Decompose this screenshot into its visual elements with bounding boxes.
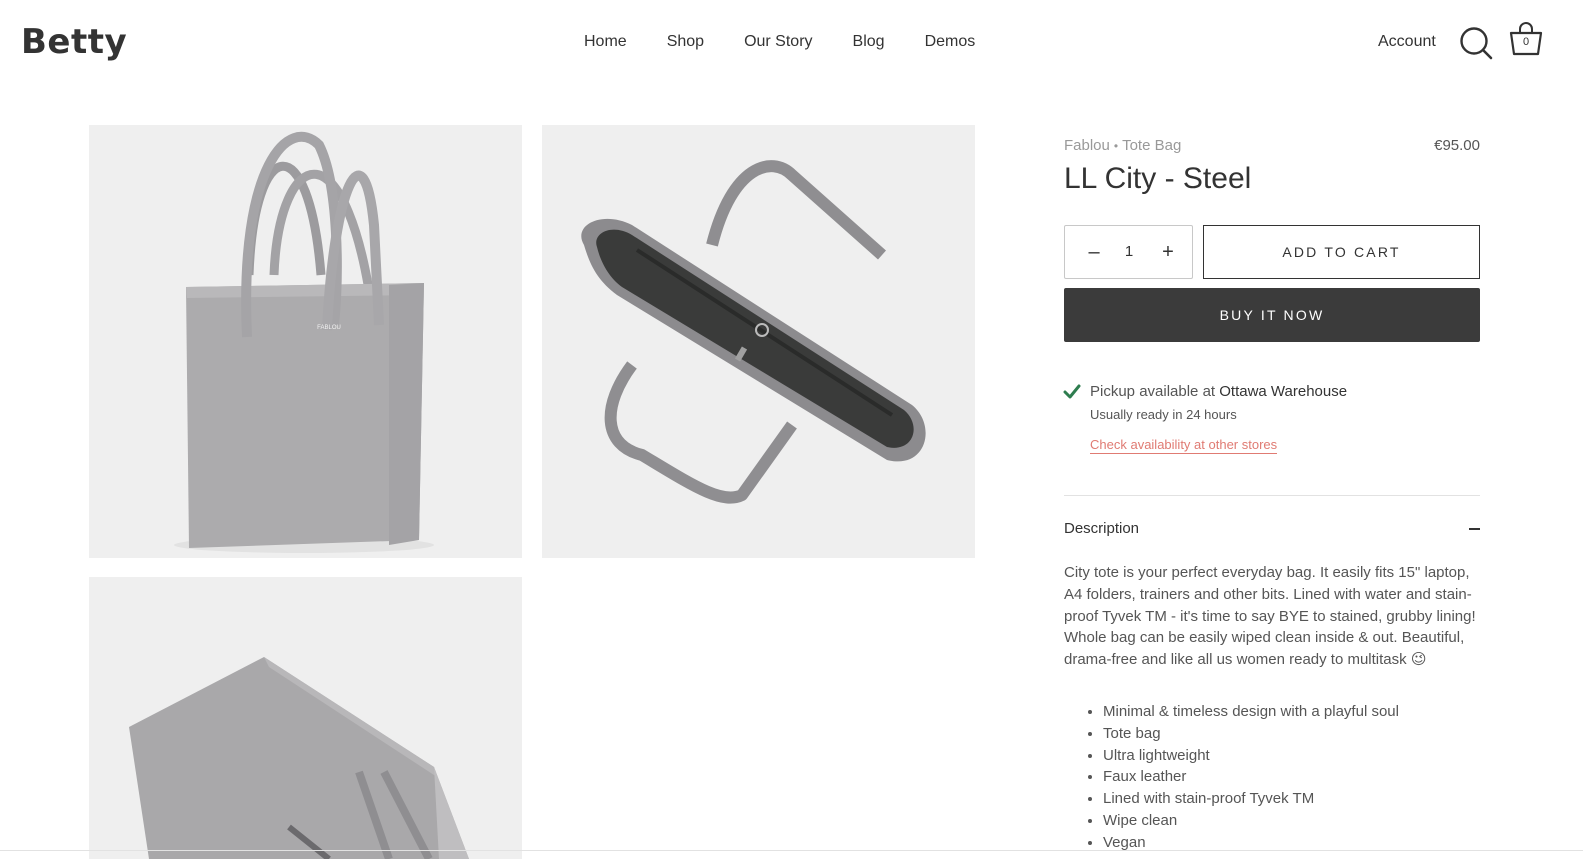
nav-item-demos[interactable]: Demos	[925, 31, 976, 53]
product-image-front[interactable]: FABLOU	[89, 125, 522, 558]
feature-item: Minimal & timeless design with a playful…	[1103, 701, 1484, 723]
description-text: City tote is your perfect everyday bag. …	[1064, 564, 1476, 669]
pickup-location: Ottawa Warehouse	[1219, 383, 1348, 400]
description-heading[interactable]: Description	[1064, 519, 1139, 539]
quantity-decrease-button[interactable]: –	[1083, 240, 1105, 264]
product-price: €95.00	[1434, 137, 1480, 154]
buy-it-now-button[interactable]: BUY IT NOW	[1064, 288, 1480, 342]
tote-bag-front-image: FABLOU	[89, 125, 522, 558]
feature-item: Ultra lightweight	[1103, 745, 1484, 767]
section-divider	[1064, 495, 1480, 496]
main-nav: Home Shop Our Story Blog Demos	[584, 31, 975, 53]
feature-item: Lined with stain-proof Tyvek TM	[1103, 788, 1484, 810]
cart-count-badge: 0	[1522, 36, 1530, 48]
pickup-prefix: Pickup available at	[1090, 383, 1220, 400]
collapse-minus-icon[interactable]	[1469, 528, 1480, 530]
tote-bag-top-view-image	[542, 125, 975, 558]
pickup-availability: Pickup available at Ottawa Warehouse	[1090, 382, 1347, 402]
product-image-top[interactable]	[542, 125, 975, 558]
nav-item-our-story[interactable]: Our Story	[744, 31, 812, 53]
vendor-link[interactable]: Fablou	[1064, 137, 1110, 154]
search-icon[interactable]	[1458, 25, 1494, 61]
quantity-increase-button[interactable]: +	[1157, 240, 1179, 264]
site-logo[interactable]: Betty	[21, 22, 127, 62]
nav-item-shop[interactable]: Shop	[667, 31, 704, 53]
feature-item: Wipe clean	[1103, 810, 1484, 832]
product-image-angle[interactable]	[89, 577, 522, 859]
product-title: LL City - Steel	[1064, 162, 1252, 195]
product-vendor-line: Fablou • Tote Bag	[1064, 136, 1181, 156]
check-availability-link[interactable]: Check availability at other stores	[1090, 436, 1278, 454]
vendor-separator: •	[1113, 139, 1119, 153]
tote-bag-angle-image	[89, 577, 522, 859]
site-header: Betty Home Shop Our Story Blog Demos Acc…	[0, 0, 1583, 85]
quantity-input[interactable]	[1115, 240, 1143, 264]
account-link[interactable]: Account	[1378, 31, 1436, 53]
add-to-cart-button[interactable]: ADD TO CART	[1203, 225, 1480, 279]
nav-item-blog[interactable]: Blog	[853, 31, 885, 53]
nav-item-home[interactable]: Home	[584, 31, 627, 53]
checkmark-icon	[1063, 384, 1081, 399]
quantity-stepper: – +	[1064, 225, 1193, 279]
product-type-link[interactable]: Tote Bag	[1122, 137, 1181, 154]
feature-item: Faux leather	[1103, 766, 1484, 788]
feature-list: Minimal & timeless design with a playful…	[1064, 701, 1484, 854]
pickup-ready-time: Usually ready in 24 hours	[1090, 407, 1237, 422]
feature-item: Tote bag	[1103, 723, 1484, 745]
viewport-bottom-border	[0, 850, 1583, 851]
bag-logo-text: FABLOU	[317, 325, 341, 331]
